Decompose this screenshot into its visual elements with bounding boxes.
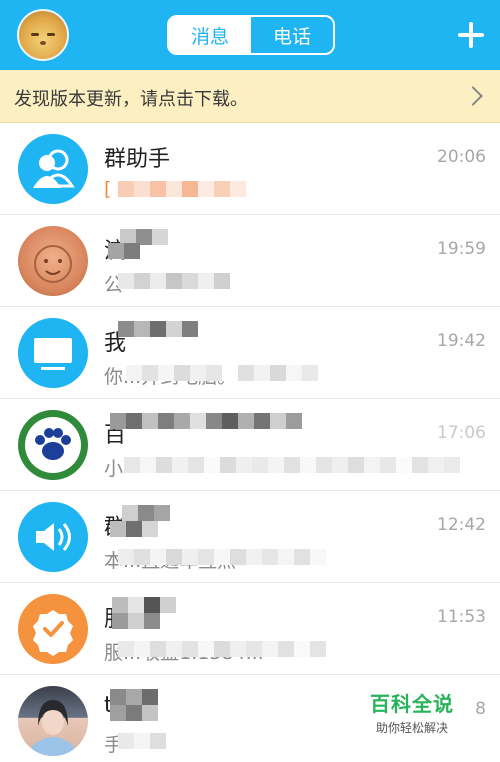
conversation-preview: [ xyxy=(104,178,111,200)
monitor-icon xyxy=(18,318,88,388)
photo-avatar xyxy=(18,686,88,756)
photo-avatar xyxy=(18,226,88,296)
face-sketch xyxy=(34,245,72,283)
speaker-glyph xyxy=(36,523,71,551)
paw-glyph xyxy=(25,417,81,473)
group-people-icon xyxy=(18,134,88,204)
conversation-row[interactable]: 群助手 [ 20:06 xyxy=(0,123,500,215)
conversation-row[interactable]: 群 本...直通车互点 12:42 xyxy=(0,491,500,583)
watermark-subtitle: 助你轻松解决 xyxy=(375,721,448,735)
plus-icon[interactable] xyxy=(458,22,484,48)
conversation-preview-text: [ xyxy=(104,178,112,200)
conversation-time: 19:42 xyxy=(437,331,486,351)
avatar-eye-right xyxy=(47,33,55,36)
paw-logo xyxy=(18,410,88,480)
badge-check-glyph xyxy=(33,610,73,656)
conversation-row[interactable]: 服 服...收益1.1584... 11:53 xyxy=(0,583,500,675)
conversation-time: 12:42 xyxy=(437,515,486,535)
pixelated-region xyxy=(112,613,160,629)
pixelated-region xyxy=(118,321,198,337)
pixelated-region xyxy=(118,273,230,289)
conversation-time: 11:53 xyxy=(437,607,486,627)
pixelated-region xyxy=(110,705,158,721)
pixelated-region xyxy=(110,413,302,429)
speaker-icon xyxy=(18,502,88,572)
conversation-row[interactable]: 百 小 17:06 xyxy=(0,399,500,491)
pixelated-region xyxy=(122,505,170,521)
watermark: 百科全说 助你轻松解决 xyxy=(364,688,460,736)
tab-calls[interactable]: 电话 xyxy=(251,17,333,53)
pixelated-region xyxy=(118,181,246,197)
avatar-nose xyxy=(40,41,46,45)
tab-messages[interactable]: 消息 xyxy=(169,17,251,53)
conversation-preview: 小 xyxy=(104,458,124,480)
pixelated-region xyxy=(118,641,326,657)
watermark-title: 百科全说 xyxy=(370,692,454,716)
badge-check-icon xyxy=(18,594,88,664)
group-people-glyph xyxy=(33,149,75,188)
avatar-eye-left xyxy=(31,33,39,36)
pixelated-region xyxy=(112,597,176,613)
conversation-time: 19:59 xyxy=(437,239,486,259)
pixelated-region xyxy=(110,689,158,705)
pixelated-region xyxy=(126,365,318,381)
pixelated-region xyxy=(118,549,326,565)
conversation-time: 20:06 xyxy=(437,147,486,167)
top-bar: 消息 电话 xyxy=(0,0,500,70)
conversation-time: 8 xyxy=(475,699,486,719)
user-avatar[interactable] xyxy=(17,9,69,61)
pixelated-region xyxy=(124,457,460,473)
conversation-row[interactable]: 流 公 19:59 xyxy=(0,215,500,307)
pixelated-region xyxy=(108,243,140,259)
conversation-name: 群助手 xyxy=(104,147,171,172)
conversation-row[interactable]: 我 你...并到电脑。 19:42 xyxy=(0,307,500,399)
conversation-time: 17:06 xyxy=(437,423,486,443)
update-notice-text: 发现版本更新，请点击下载。 xyxy=(14,89,248,110)
pixelated-region xyxy=(110,521,158,537)
message-call-switch: 消息 电话 xyxy=(167,15,335,55)
pixelated-region xyxy=(118,733,166,749)
monitor-glyph xyxy=(34,338,72,370)
portrait-glyph xyxy=(32,700,74,756)
update-notice-banner[interactable]: 发现版本更新，请点击下载。 xyxy=(0,70,500,123)
chevron-right-icon xyxy=(463,86,483,106)
